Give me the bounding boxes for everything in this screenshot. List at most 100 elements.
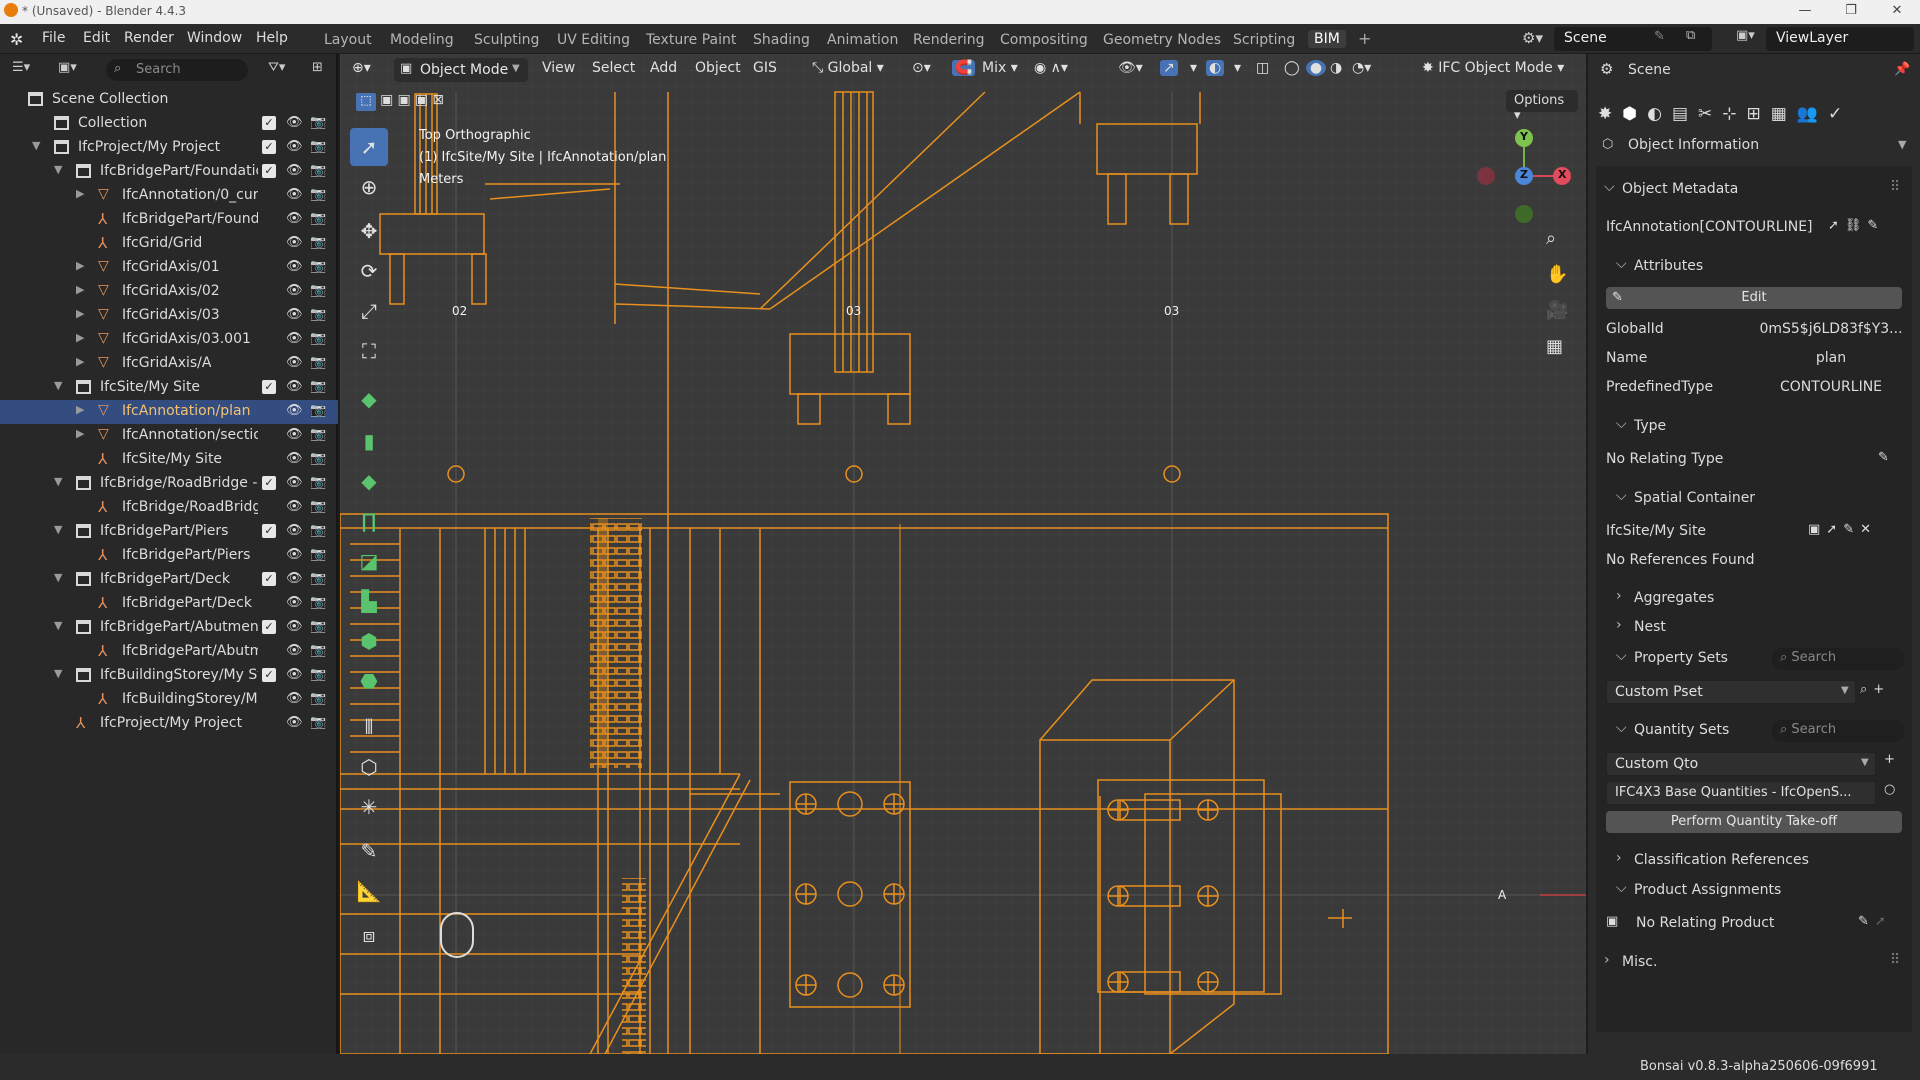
visibility-eye-icon[interactable]: 👁 xyxy=(286,643,303,658)
ortho-grid-icon[interactable]: ▦ xyxy=(1546,336,1563,357)
edit-attributes-button[interactable]: ✎ Edit xyxy=(1606,287,1902,309)
rotate-tool-icon[interactable]: ⟳ xyxy=(350,252,388,290)
add-cube-tool-icon[interactable]: ⧈ xyxy=(350,916,388,954)
outliner-row[interactable]: ⅄ IfcBridgePart/Abutm 👁 📷 xyxy=(0,640,338,664)
render-camera-icon[interactable]: 📷 xyxy=(310,667,326,682)
visibility-eye-icon[interactable]: 👁 xyxy=(286,403,303,418)
custom-qto-dropdown[interactable]: Custom Qto ▼ xyxy=(1606,752,1876,776)
visibility-eye-icon[interactable]: 👁 xyxy=(286,619,303,634)
visibility-eye-icon[interactable]: 👁 xyxy=(286,259,303,274)
workspace-tab-sculpting[interactable]: Sculpting xyxy=(474,32,539,48)
proportional-edit-icon[interactable]: ◉ ∧▾ xyxy=(1034,60,1068,76)
annotate-tool-icon[interactable]: ✎ xyxy=(350,832,388,870)
render-camera-icon[interactable]: 📷 xyxy=(310,619,326,634)
visibility-eye-icon[interactable]: 👁 xyxy=(286,235,303,250)
outliner-row[interactable]: ⅄ IfcBridgePart/Deck 👁 📷 xyxy=(0,592,338,616)
menu-render[interactable]: Render xyxy=(124,30,174,46)
workspace-tab-modeling[interactable]: Modeling xyxy=(390,32,454,48)
render-camera-icon[interactable]: 📷 xyxy=(310,187,326,202)
solid-shading-icon[interactable]: ● xyxy=(1306,60,1326,76)
chevron-right-icon[interactable]: ▶ xyxy=(76,355,84,368)
pivot-point-icon[interactable]: ⊙▾ xyxy=(912,60,931,76)
drag-handle-icon[interactable]: ⠿ xyxy=(1890,179,1900,195)
menu-file[interactable]: File xyxy=(42,30,65,46)
exclude-checkbox[interactable]: ✓ xyxy=(262,116,276,130)
nest-header[interactable]: › Nest xyxy=(1612,615,1920,643)
select-intersect-icon[interactable]: ⊠ xyxy=(432,92,444,108)
workspace-tab-geometry-nodes[interactable]: Geometry Nodes xyxy=(1103,32,1221,48)
menu-window[interactable]: Window xyxy=(187,30,242,46)
tab-quality-icon[interactable]: ✓ xyxy=(1828,104,1852,124)
overlay-toggle-icon[interactable]: ◐ xyxy=(1206,60,1225,76)
exclude-checkbox[interactable]: ✓ xyxy=(262,524,276,538)
render-camera-icon[interactable]: 📷 xyxy=(310,523,326,538)
exclude-checkbox[interactable]: ✓ xyxy=(262,140,276,154)
scale-tool-icon[interactable]: ⤢ xyxy=(350,292,388,330)
render-camera-icon[interactable]: 📷 xyxy=(310,235,326,250)
visibility-eye-icon[interactable]: 👁 xyxy=(286,451,303,466)
pset-search-input[interactable]: ⌕ Search xyxy=(1772,648,1904,670)
visibility-eye-icon[interactable]: 👁 xyxy=(286,187,303,202)
render-camera-icon[interactable]: 📷 xyxy=(310,331,326,346)
outliner-row[interactable]: ▼ IfcBridgePart/Deck ✓ 👁 📷 xyxy=(0,568,338,592)
overlay-dropdown-icon[interactable]: ▾ xyxy=(1234,60,1241,76)
object-metadata-header[interactable]: ⌵ Object Metadata ⠿ xyxy=(1600,177,1912,205)
workspace-tab-scripting[interactable]: Scripting xyxy=(1233,32,1295,48)
render-camera-icon[interactable]: 📷 xyxy=(310,547,326,562)
add-pset-icon[interactable]: + xyxy=(1873,682,1890,697)
navigation-gizmo[interactable]: Y X Z xyxy=(1476,128,1576,228)
covering-tool-icon[interactable]: ⬣ xyxy=(350,662,388,700)
quantity-takeoff-button[interactable]: Perform Quantity Take-off xyxy=(1606,811,1902,833)
snap-target-dropdown[interactable]: Mix ▾ xyxy=(982,60,1018,76)
generic-element-tool-icon[interactable]: ⬡ xyxy=(350,748,388,786)
ifc-select-tool-icon[interactable]: ◆ xyxy=(350,380,388,418)
select-extend-icon[interactable]: ▣ xyxy=(380,92,393,108)
visibility-eye-icon[interactable]: 👁 xyxy=(286,307,303,322)
exclude-checkbox[interactable]: ✓ xyxy=(262,572,276,586)
workspace-tab-animation[interactable]: Animation xyxy=(827,32,898,48)
editor-type-icon[interactable]: ☰▾ xyxy=(12,60,30,75)
type-header[interactable]: ⌵ Type xyxy=(1612,414,1920,442)
aggregates-header[interactable]: › Aggregates xyxy=(1612,586,1920,614)
visibility-eye-icon[interactable]: 👁 xyxy=(286,523,303,538)
render-camera-icon[interactable]: 📷 xyxy=(310,427,326,442)
visibility-eye-icon[interactable]: 👁 xyxy=(286,355,303,370)
tab-tools-icon[interactable]: ✂ xyxy=(1698,104,1722,124)
render-camera-icon[interactable]: 📷 xyxy=(310,595,326,610)
tab-geometry-icon[interactable]: ◐ xyxy=(1647,104,1672,124)
tab-object-icon[interactable]: ⬢ xyxy=(1622,104,1647,124)
workspace-tab-layout[interactable]: Layout xyxy=(324,32,372,48)
chevron-right-icon[interactable]: ▶ xyxy=(76,307,84,320)
zoom-icon[interactable]: ⌕ xyxy=(1546,228,1556,249)
measure-tool-icon[interactable]: 📐 xyxy=(350,872,388,910)
visibility-eye-icon[interactable]: 👁 xyxy=(286,139,303,154)
exclude-checkbox[interactable]: ✓ xyxy=(262,164,276,178)
render-camera-icon[interactable]: 📷 xyxy=(310,379,326,394)
render-camera-icon[interactable]: 📷 xyxy=(310,571,326,586)
viewport-menu-add[interactable]: Add xyxy=(650,60,677,76)
edit-product-icon[interactable]: ✎ xyxy=(1858,914,1875,929)
render-camera-icon[interactable]: 📷 xyxy=(310,283,326,298)
pset-search-icon[interactable]: ⌕ xyxy=(1860,682,1873,697)
visibility-eye-icon[interactable]: 👁 xyxy=(286,475,303,490)
visibility-eye-icon[interactable]: 👁 xyxy=(286,331,303,346)
drag-handle-icon[interactable]: ⠿ xyxy=(1890,952,1900,968)
view-layer-field[interactable]: ViewLayer xyxy=(1766,27,1914,51)
viewport-menu-gis[interactable]: GIS xyxy=(753,60,777,76)
transform-tool-icon[interactable]: ⛶ xyxy=(350,332,388,370)
pin-icon[interactable]: 📌 xyxy=(1894,62,1910,77)
render-camera-icon[interactable]: 📷 xyxy=(310,691,326,706)
tab-people-icon[interactable]: 👥 xyxy=(1797,104,1828,124)
qto-search-input[interactable]: ⌕ Search xyxy=(1772,720,1904,742)
slab-tool-icon[interactable]: ◆ xyxy=(350,462,388,500)
pin-icon[interactable]: ✎ xyxy=(1654,29,1665,44)
3d-viewport[interactable] xyxy=(340,54,1586,1054)
new-scene-icon[interactable]: ⧉ xyxy=(1686,28,1695,43)
door-tool-icon[interactable]: ∏ xyxy=(350,502,388,540)
render-camera-icon[interactable]: 📷 xyxy=(310,403,326,418)
scene-collection-row[interactable]: Scene Collection xyxy=(0,88,338,112)
select-subtract-icon[interactable]: ▣ xyxy=(398,92,411,108)
render-camera-icon[interactable]: 📷 xyxy=(310,139,326,154)
outliner-row[interactable]: ▼ IfcBridge/RoadBridge - 0 ✓ 👁 📷 xyxy=(0,472,338,496)
render-camera-icon[interactable]: 📷 xyxy=(310,475,326,490)
